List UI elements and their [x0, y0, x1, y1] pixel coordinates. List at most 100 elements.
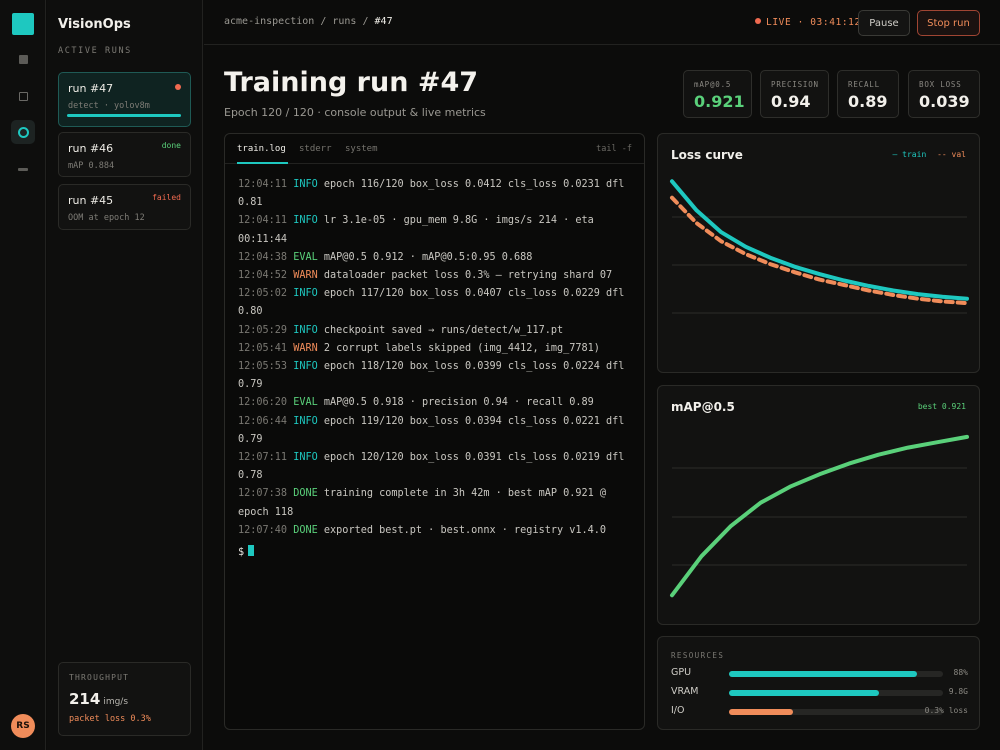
log-line: 12:05:53 INFO epoch 118/120 box_loss 0.0…	[238, 358, 638, 394]
runs-sidebar: VisionOps ACTIVE RUNS run #47 detect · y…	[47, 0, 203, 750]
map-panel: mAP@0.5 best 0.921	[657, 385, 980, 625]
throughput-label: THROUGHPUT	[69, 673, 130, 682]
log-timestamp: 12:04:11	[238, 215, 288, 227]
log-level: INFO	[293, 215, 318, 227]
run-card-47[interactable]: run #47 detect · yolov8m	[58, 72, 191, 127]
app-name: VisionOps	[58, 17, 131, 32]
status-badge: failed	[152, 193, 181, 202]
breadcrumb-project[interactable]: acme-inspection	[224, 16, 314, 27]
cursor-icon	[248, 545, 255, 557]
kpi-value: 0.89	[848, 92, 888, 111]
log-timestamp: 12:07:38	[238, 488, 288, 500]
resource-value: 9.8G	[948, 687, 968, 696]
loss-curve-panel: Loss curve — train -- val	[657, 133, 980, 373]
breadcrumb-runs[interactable]: runs	[332, 16, 356, 27]
log-message: checkpoint saved → runs/detect/w_117.pt	[323, 324, 564, 336]
runs-icon[interactable]	[11, 120, 35, 144]
kpi-label: mAP@0.5	[694, 80, 732, 89]
log-message: exported best.pt · best.onnx · registry …	[323, 524, 607, 536]
resource-name: VRAM	[671, 686, 699, 697]
log-level: DONE	[293, 524, 318, 536]
log-level: INFO	[293, 179, 318, 190]
console-panel: train.log stderr system tail -f 12:04:11…	[224, 133, 645, 730]
resource-value: 0.3% loss	[924, 706, 968, 715]
log-timestamp: 12:06:44	[238, 415, 288, 427]
live-indicator: LIVE · 03:41:12	[755, 17, 861, 28]
kpi-value: 0.039	[919, 92, 970, 111]
log-timestamp: 12:07:11	[238, 452, 288, 464]
live-dot-icon	[755, 18, 761, 24]
run-name: run #47	[68, 82, 114, 95]
throughput-card: THROUGHPUT 214 img/s packet loss 0.3%	[58, 662, 191, 736]
log-level: INFO	[293, 452, 318, 464]
log-level: INFO	[293, 361, 318, 373]
pause-button[interactable]: Pause	[858, 10, 910, 36]
kpi-map: mAP@0.5 0.921	[683, 70, 752, 118]
series-line-map	[670, 434, 969, 598]
log-line: 12:05:29 INFO checkpoint saved → runs/de…	[238, 322, 638, 340]
console-prompt[interactable]: $	[238, 544, 638, 562]
throughput-value: 214 img/s	[69, 690, 129, 708]
resource-track	[729, 690, 943, 696]
kpi-recall: RECALL 0.89	[837, 70, 899, 118]
datasets-icon[interactable]	[11, 84, 35, 108]
log-timestamp: 12:07:40	[238, 524, 288, 536]
log-message: dataloader packet loss 0.3% — retrying s…	[323, 270, 613, 282]
log-line: 12:04:52 WARN dataloader packet loss 0.3…	[238, 267, 638, 285]
top-bar: acme-inspection / runs / #47 LIVE · 03:4…	[204, 0, 1000, 45]
log-timestamp: 12:05:41	[238, 342, 288, 354]
map-chart	[670, 434, 969, 598]
log-line: 12:07:38 DONE training complete in 3h 42…	[238, 485, 638, 521]
kpi-value: 0.94	[771, 92, 811, 111]
resource-io: I/O 0.3% loss	[671, 705, 968, 719]
log-line: 12:04:11 INFO lr 3.1e-05 · gpu_mem 9.8G …	[238, 212, 638, 248]
avatar[interactable]: RS	[11, 714, 35, 738]
kpi-value: 0.921	[694, 92, 745, 111]
log-timestamp: 12:04:52	[238, 270, 288, 282]
log-message: 2 corrupt labels skipped (img_4412, img_…	[323, 342, 600, 354]
log-level: INFO	[293, 415, 318, 427]
log-message: mAP@0.5 0.912 · mAP@0.5:0.95 0.688	[323, 251, 533, 263]
log-level: EVAL	[293, 251, 318, 263]
stop-run-button[interactable]: Stop run	[917, 10, 980, 36]
icon-rail: RS	[0, 0, 46, 750]
live-status-dot	[175, 84, 181, 90]
logo-icon[interactable]	[12, 13, 34, 35]
loss-curve-chart	[670, 179, 969, 314]
tab-system[interactable]: system	[345, 144, 378, 154]
resource-fill	[729, 671, 918, 677]
resources-label: RESOURCES	[671, 651, 725, 660]
log-level: WARN	[293, 270, 318, 282]
breadcrumb: acme-inspection / runs / #47	[224, 16, 393, 27]
tab-train-log[interactable]: train.log	[237, 144, 286, 154]
tail-toggle[interactable]: tail -f	[596, 144, 632, 154]
log-timestamp: 12:05:53	[238, 361, 288, 373]
log-timestamp: 12:06:20	[238, 397, 288, 409]
resource-value: 88%	[953, 668, 968, 677]
run-card-46[interactable]: run #46 mAP 0.884 done	[58, 132, 191, 177]
run-card-45[interactable]: run #45 OOM at epoch 12 failed	[58, 184, 191, 230]
kpi-label: PRECISION	[771, 80, 819, 89]
resource-vram: VRAM 9.8G	[671, 686, 968, 700]
best-map-annotation: best 0.921	[917, 402, 966, 411]
log-line: 12:06:44 INFO epoch 119/120 box_loss 0.0…	[238, 413, 638, 449]
log-line: 12:04:11 INFO epoch 116/120 box_loss 0.0…	[238, 176, 638, 212]
log-level: INFO	[293, 324, 318, 336]
log-line: 12:05:02 INFO epoch 117/120 box_loss 0.0…	[238, 285, 638, 321]
chart-title: Loss curve	[671, 148, 743, 162]
kpi-label: BOX LOSS	[919, 80, 962, 89]
resource-name: I/O	[671, 705, 685, 716]
tab-stderr[interactable]: stderr	[299, 144, 332, 154]
log-line: 12:05:41 WARN 2 corrupt labels skipped (…	[238, 340, 638, 358]
dashboard-icon[interactable]	[11, 47, 35, 71]
resource-track	[729, 671, 943, 677]
breadcrumb-current: #47	[374, 16, 393, 27]
log-message: lr 3.1e-05 · gpu_mem 9.8G · imgs/s 214 ·…	[238, 215, 594, 245]
packet-loss-warning: packet loss 0.3%	[69, 714, 151, 724]
log-line: 12:04:38 EVAL mAP@0.5 0.912 · mAP@0.5:0.…	[238, 249, 638, 267]
active-runs-label: ACTIVE RUNS	[58, 46, 132, 56]
settings-icon[interactable]	[11, 157, 35, 181]
active-tab-indicator	[237, 162, 288, 164]
log-level: EVAL	[293, 397, 318, 409]
run-progress-bar	[67, 114, 181, 117]
